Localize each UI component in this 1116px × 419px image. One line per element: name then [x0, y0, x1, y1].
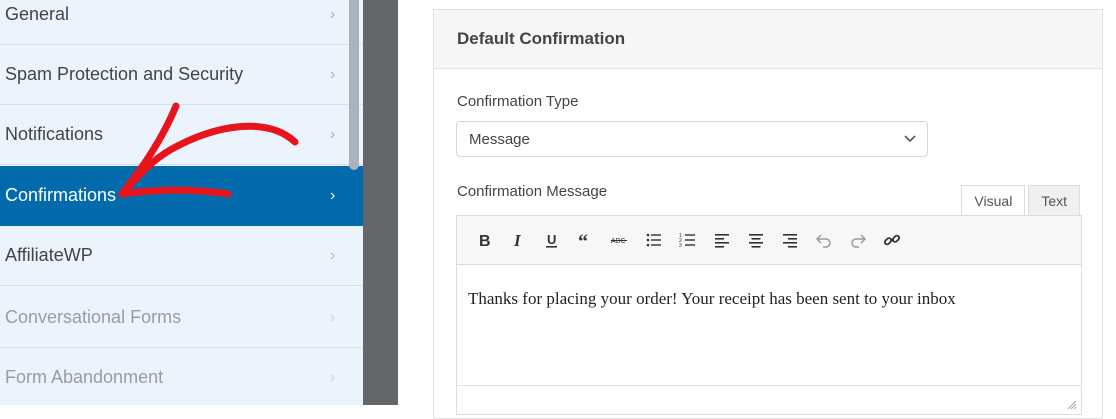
- numbered-list-icon[interactable]: 123: [671, 223, 705, 257]
- editor-status-bar: [457, 385, 1081, 414]
- settings-content: Default Confirmation Confirmation Type M…: [398, 0, 1116, 419]
- chevron-right-icon: ›: [330, 5, 336, 23]
- confirmation-type-value: Message: [469, 130, 530, 148]
- link-icon[interactable]: [875, 223, 909, 257]
- svg-text:B: B: [479, 233, 491, 249]
- sidebar-item-spam-protection[interactable]: Spam Protection and Security ›: [0, 45, 363, 105]
- strikethrough-icon[interactable]: ABC: [603, 223, 637, 257]
- panel-title: Default Confirmation: [434, 10, 1102, 69]
- sidebar-item-confirmations[interactable]: Confirmations ›: [0, 166, 363, 226]
- sidebar-scrollbar[interactable]: [349, 0, 359, 170]
- sidebar-item-form-abandonment[interactable]: Form Abandonment ›: [0, 348, 363, 405]
- sidebar-item-conversational-forms[interactable]: Conversational Forms ›: [0, 288, 363, 348]
- message-text-area[interactable]: Thanks for placing your order! Your rece…: [457, 265, 1081, 333]
- panel-divider: [363, 0, 398, 405]
- sidebar-item-label: AffiliateWP: [5, 245, 93, 265]
- chevron-right-icon: ›: [330, 246, 336, 264]
- sidebar-item-label: Form Abandonment: [5, 367, 164, 387]
- settings-sidebar: General › Spam Protection and Security ›…: [0, 0, 363, 405]
- underline-icon[interactable]: U: [535, 223, 569, 257]
- sidebar-item-label: Confirmations: [5, 185, 117, 205]
- chevron-right-icon: ›: [330, 308, 336, 326]
- sidebar-item-notifications[interactable]: Notifications ›: [0, 105, 363, 165]
- editor-toolbar: B I U “ ABC 123: [457, 216, 1081, 265]
- svg-text:I: I: [513, 231, 522, 249]
- svg-text:3: 3: [679, 243, 682, 249]
- confirmation-type-select[interactable]: Message: [456, 121, 928, 157]
- blockquote-icon[interactable]: “: [569, 223, 603, 257]
- chevron-right-icon: ›: [330, 65, 336, 83]
- bullet-list-icon[interactable]: [637, 223, 671, 257]
- redo-icon[interactable]: [841, 223, 875, 257]
- chevron-right-icon: ›: [330, 125, 336, 143]
- default-confirmation-panel: Default Confirmation Confirmation Type M…: [433, 9, 1103, 419]
- sidebar-item-label: Notifications: [5, 124, 104, 144]
- chevron-right-icon: ›: [330, 368, 336, 386]
- sidebar-item-general[interactable]: General ›: [0, 0, 363, 45]
- chevron-down-icon: [904, 135, 916, 143]
- svg-text:ABC: ABC: [611, 238, 625, 245]
- italic-icon[interactable]: I: [501, 223, 535, 257]
- confirmation-type-label: Confirmation Type: [457, 93, 579, 110]
- editor-tabs: Visual Text: [961, 185, 1080, 215]
- svg-text:“: “: [578, 231, 588, 249]
- tab-visual[interactable]: Visual: [961, 185, 1026, 215]
- sidebar-item-label: Conversational Forms: [5, 307, 182, 327]
- confirmation-message-label: Confirmation Message: [457, 183, 608, 200]
- resize-handle-icon[interactable]: [1067, 400, 1077, 410]
- align-center-icon[interactable]: [739, 223, 773, 257]
- message-editor: B I U “ ABC 123 Thanks for placing your …: [456, 215, 1082, 415]
- align-right-icon[interactable]: [773, 223, 807, 257]
- bold-icon[interactable]: B: [467, 223, 501, 257]
- svg-text:U: U: [547, 232, 556, 247]
- align-left-icon[interactable]: [705, 223, 739, 257]
- sidebar-item-label: Spam Protection and Security: [5, 64, 244, 84]
- sidebar-item-label: General: [5, 4, 70, 24]
- undo-icon[interactable]: [807, 223, 841, 257]
- chevron-right-icon: ›: [330, 186, 336, 204]
- tab-text[interactable]: Text: [1028, 185, 1080, 215]
- sidebar-item-affiliatewp[interactable]: AffiliateWP ›: [0, 226, 363, 286]
